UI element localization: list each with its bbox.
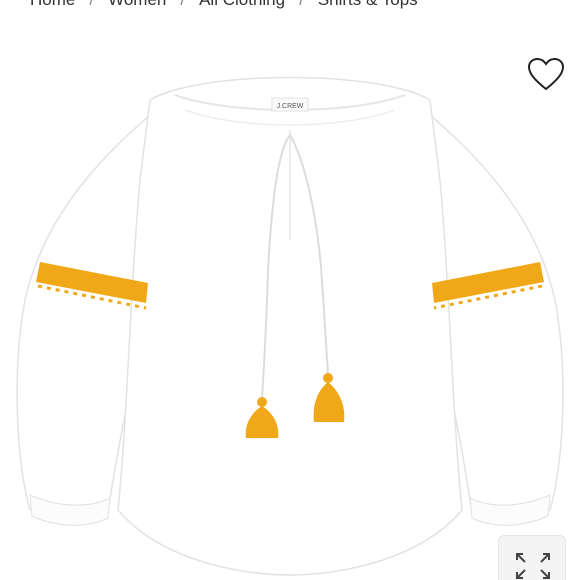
breadcrumb-separator: / xyxy=(299,0,304,10)
product-image[interactable]: J.CREW xyxy=(0,40,580,580)
breadcrumb-item-home[interactable]: Home xyxy=(30,0,75,10)
brand-label: J.CREW xyxy=(277,103,304,110)
breadcrumb-separator: / xyxy=(180,0,185,10)
breadcrumb-separator: / xyxy=(89,0,94,10)
breadcrumb: Home / Women / All Clothing / Shirts & T… xyxy=(30,0,418,12)
expand-image-button[interactable] xyxy=(498,535,566,580)
breadcrumb-item-shirts-tops[interactable]: Shirts & Tops xyxy=(318,0,418,10)
blouse-illustration: J.CREW xyxy=(16,76,564,576)
breadcrumb-item-all-clothing[interactable]: All Clothing xyxy=(199,0,285,10)
breadcrumb-item-women[interactable]: Women xyxy=(108,0,166,10)
expand-arrows-icon xyxy=(516,553,550,579)
favorite-button[interactable] xyxy=(526,56,566,92)
heart-outline-icon xyxy=(527,57,565,91)
